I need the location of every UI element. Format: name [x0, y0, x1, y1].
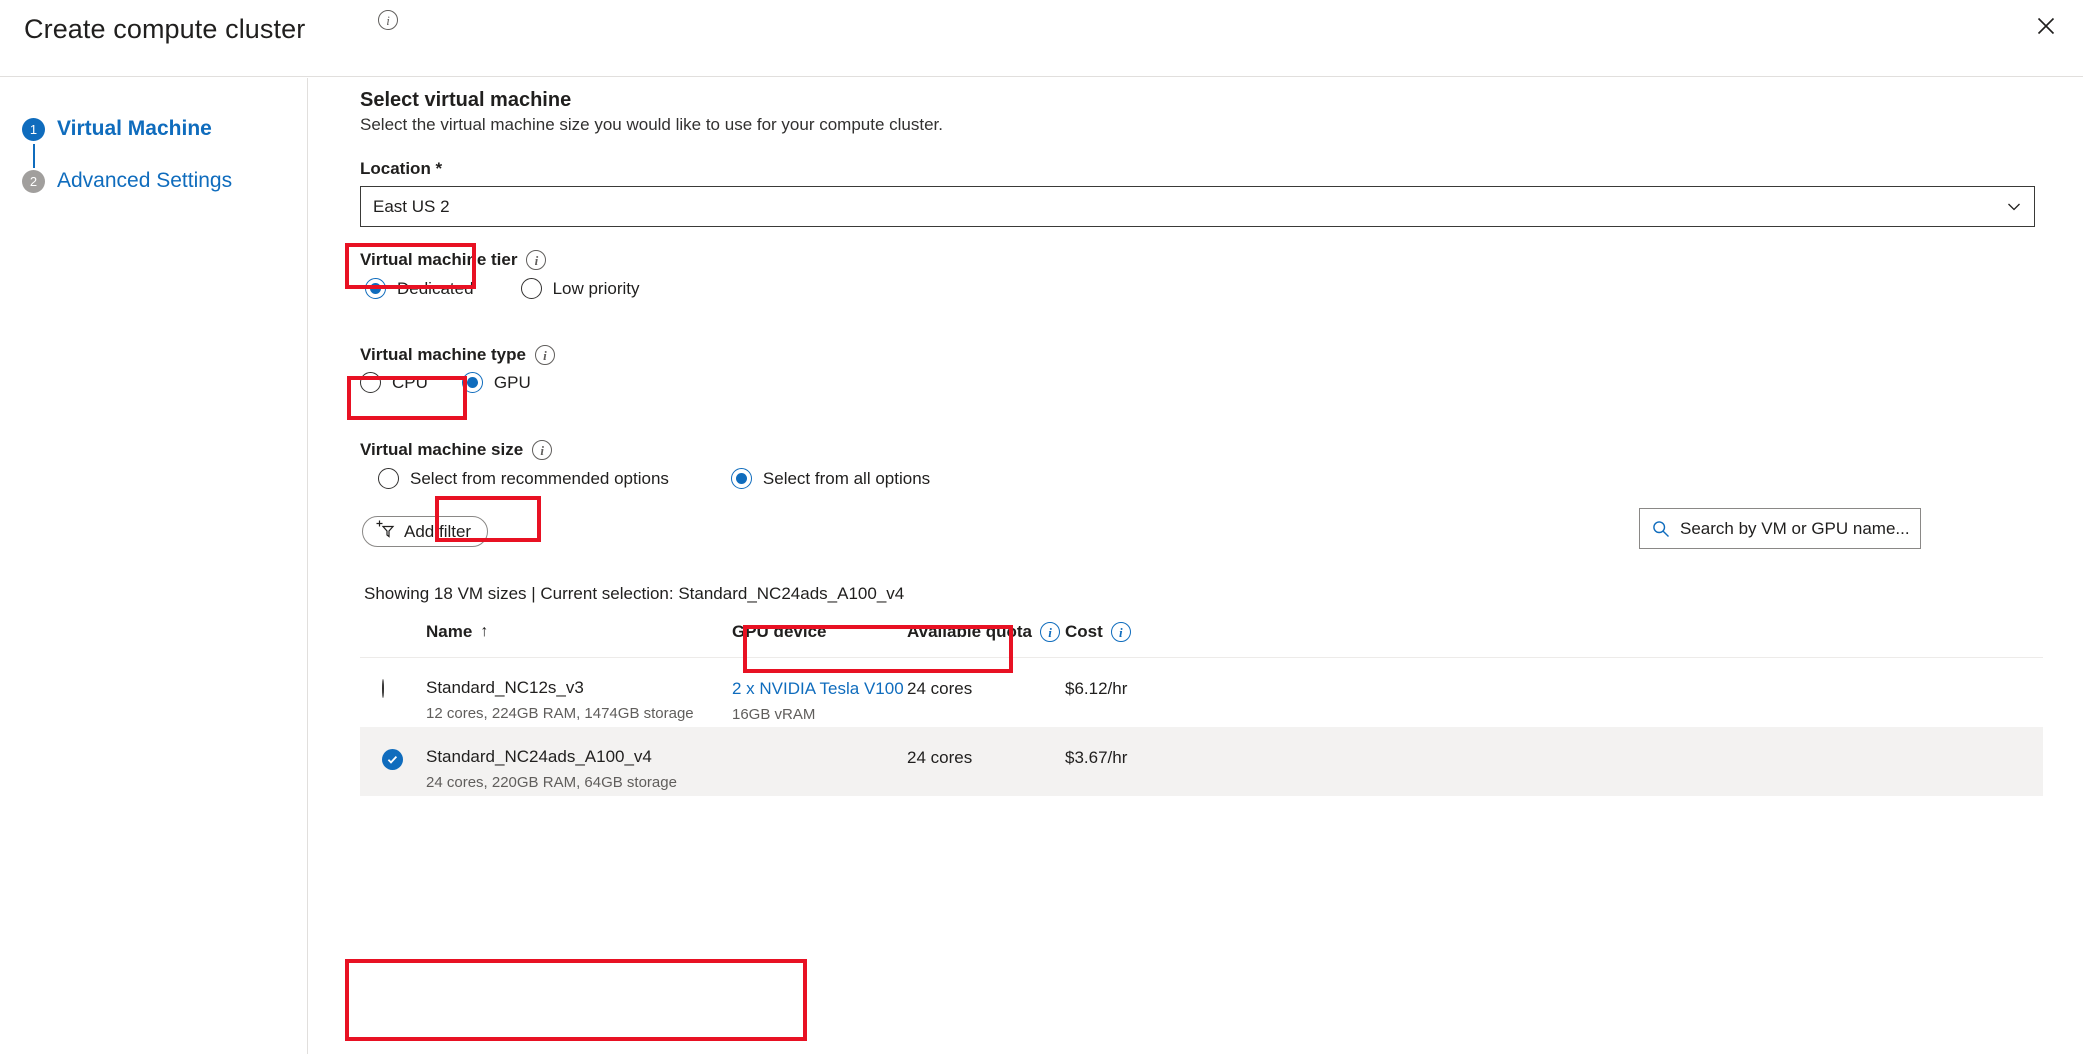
radio-all-options-mark: [731, 468, 752, 489]
row-radio-standard-nc24ads-a100-v4[interactable]: [382, 749, 403, 770]
vm-type-label: Virtual machine type i: [360, 345, 555, 365]
radio-low-priority[interactable]: Low priority: [521, 278, 640, 299]
step-connector: [33, 144, 35, 168]
row-vm-name: Standard_NC24ads_A100_v4: [426, 747, 652, 767]
page-title: Create compute cluster: [24, 14, 305, 45]
radio-cpu-label: CPU: [392, 373, 428, 393]
header-info-icon[interactable]: i: [378, 10, 398, 30]
row-radio-standard-nc12s-v3[interactable]: [382, 680, 384, 698]
sidebar-item-label-virtual-machine: Virtual Machine: [57, 117, 212, 141]
row-vm-specs: 24 cores, 220GB RAM, 64GB storage: [426, 774, 677, 791]
table-header-row: Name ↑ GPU device Available quota i Cost…: [360, 616, 2043, 658]
column-header-name-label: Name: [426, 622, 472, 642]
radio-all-options[interactable]: Select from all options: [731, 468, 930, 489]
radio-gpu-label: GPU: [494, 373, 531, 393]
vm-tier-label: Virtual machine tier i: [360, 250, 546, 270]
radio-checked-icon: [382, 749, 403, 770]
row-cost: $3.67/hr: [1065, 748, 1127, 768]
vm-size-info-icon[interactable]: i: [532, 440, 552, 460]
add-filter-label: Add filter: [404, 522, 471, 542]
close-button[interactable]: [2026, 6, 2066, 46]
step-badge-1: 1: [22, 118, 45, 141]
radio-all-options-label: Select from all options: [763, 469, 930, 489]
vm-tier-info-icon[interactable]: i: [526, 250, 546, 270]
section-title: Select virtual machine: [360, 89, 571, 112]
radio-gpu[interactable]: GPU: [462, 372, 531, 393]
info-icon-glyph: i: [378, 10, 398, 30]
column-header-available-quota[interactable]: Available quota i: [907, 622, 1060, 642]
location-value: East US 2: [373, 197, 450, 217]
radio-recommended-options-mark: [378, 468, 399, 489]
location-dropdown[interactable]: East US 2: [360, 186, 2035, 227]
radio-recommended-options[interactable]: Select from recommended options: [378, 468, 669, 489]
vm-size-label: Virtual machine size i: [360, 440, 552, 460]
radio-cpu[interactable]: CPU: [360, 372, 428, 393]
close-icon: [2037, 17, 2055, 35]
showing-summary: Showing 18 VM sizes | Current selection:…: [364, 584, 904, 604]
column-header-cost[interactable]: Cost i: [1065, 622, 1131, 642]
vm-type-info-icon[interactable]: i: [535, 345, 555, 365]
radio-gpu-mark: [462, 372, 483, 393]
main-panel: Select virtual machine Select the virtua…: [309, 78, 2083, 1054]
row-vm-specs: 12 cores, 224GB RAM, 1474GB storage: [426, 705, 694, 722]
cost-info-icon[interactable]: i: [1111, 622, 1131, 642]
sidebar-item-label-advanced-settings: Advanced Settings: [57, 169, 232, 193]
vm-type-label-text: Virtual machine type: [360, 345, 526, 365]
column-header-name[interactable]: Name ↑: [426, 622, 488, 642]
sidebar-item-advanced-settings[interactable]: 2 Advanced Settings: [22, 169, 232, 193]
row-available-quota: 24 cores: [907, 679, 972, 699]
location-label-text: Location *: [360, 159, 442, 179]
sort-ascending-icon: ↑: [480, 623, 488, 641]
column-header-available-quota-label: Available quota: [907, 622, 1032, 642]
chevron-down-icon: [2006, 199, 2022, 220]
vm-type-radio-group: CPU GPU: [360, 372, 531, 393]
vm-size-label-text: Virtual machine size: [360, 440, 523, 460]
row-gpu-device-link[interactable]: 2 x NVIDIA Tesla V100: [732, 679, 904, 699]
search-icon: [1652, 520, 1670, 538]
column-header-cost-label: Cost: [1065, 622, 1103, 642]
vm-tier-label-text: Virtual machine tier: [360, 250, 517, 270]
row-available-quota: 24 cores: [907, 748, 972, 768]
radio-recommended-options-label: Select from recommended options: [410, 469, 669, 489]
available-quota-info-icon[interactable]: i: [1040, 622, 1060, 642]
add-filter-button[interactable]: Add filter: [362, 516, 488, 547]
vm-tier-radio-group: Dedicated Low priority: [365, 278, 639, 299]
location-label: Location *: [360, 159, 442, 179]
wizard-sidebar: 1 Virtual Machine 2 Advanced Settings: [0, 78, 308, 1054]
table-row[interactable]: Standard_NC12s_v3 12 cores, 224GB RAM, 1…: [360, 658, 2043, 727]
dialog-header: Create compute cluster i: [0, 0, 2083, 77]
radio-unchecked-icon: [382, 679, 384, 698]
step-badge-2: 2: [22, 170, 45, 193]
search-input[interactable]: Search by VM or GPU name...: [1639, 508, 1921, 549]
radio-dedicated-label: Dedicated: [397, 279, 474, 299]
vm-size-table: Name ↑ GPU device Available quota i Cost…: [360, 616, 2043, 796]
radio-dedicated-mark: [365, 278, 386, 299]
row-gpu-vram: 16GB vRAM: [732, 706, 815, 723]
radio-cpu-mark: [360, 372, 381, 393]
add-filter-icon: [375, 519, 397, 544]
search-placeholder: Search by VM or GPU name...: [1680, 519, 1910, 539]
radio-low-priority-mark: [521, 278, 542, 299]
radio-dedicated[interactable]: Dedicated: [365, 278, 474, 299]
vm-size-radio-group: Select from recommended options Select f…: [378, 468, 930, 489]
table-row[interactable]: Standard_NC24ads_A100_v4 24 cores, 220GB…: [360, 727, 2043, 796]
row-cost: $6.12/hr: [1065, 679, 1127, 699]
sidebar-item-virtual-machine[interactable]: 1 Virtual Machine: [22, 117, 212, 141]
radio-low-priority-label: Low priority: [553, 279, 640, 299]
column-header-gpu-device-label: GPU device: [732, 622, 827, 642]
row-vm-name: Standard_NC12s_v3: [426, 678, 584, 698]
section-subtitle: Select the virtual machine size you woul…: [360, 115, 943, 135]
column-header-gpu-device[interactable]: GPU device: [732, 622, 827, 642]
